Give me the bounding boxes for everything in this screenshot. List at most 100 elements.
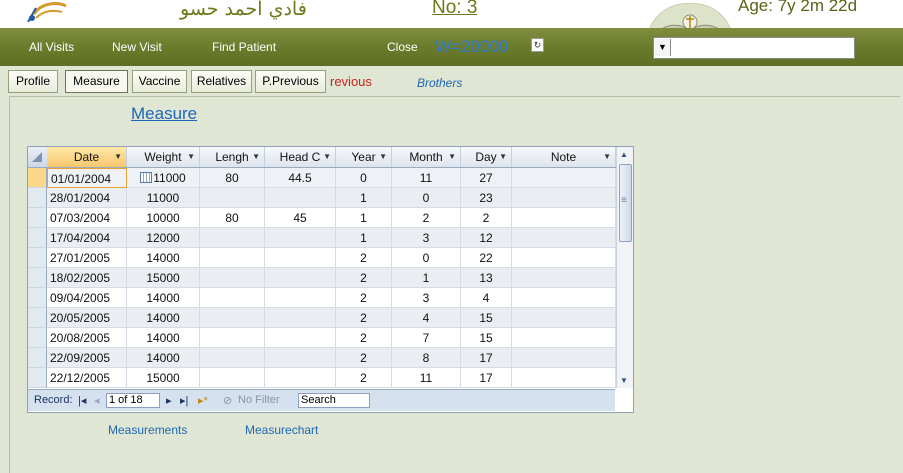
cell-length[interactable]: 80 [200, 208, 265, 228]
cell-year[interactable]: 1 [336, 208, 392, 228]
cell-day[interactable]: 17 [461, 368, 512, 388]
close-link[interactable]: Close [387, 40, 418, 54]
cell-note[interactable] [512, 308, 616, 328]
cell-year[interactable]: 2 [336, 248, 392, 268]
patient-select[interactable]: ▼ [653, 37, 855, 59]
cell-head[interactable] [265, 188, 336, 208]
cell-head[interactable] [265, 348, 336, 368]
cell-weight[interactable]: 15000 [127, 368, 200, 388]
table-row[interactable]: 27/01/2005 14000 2 0 22 [28, 248, 616, 268]
cell-note[interactable] [512, 368, 616, 388]
cell-weight[interactable]: 14000 [127, 348, 200, 368]
cell-weight[interactable]: 14000 [127, 308, 200, 328]
column-header-note[interactable]: Note ▼ [512, 147, 616, 167]
cell-date[interactable]: 07/03/2004 [47, 208, 127, 228]
table-row[interactable]: 09/04/2005 14000 2 3 4 [28, 288, 616, 308]
cell-note[interactable] [512, 288, 616, 308]
table-row[interactable]: 22/12/2005 15000 2 11 17 [28, 368, 616, 388]
cell-month[interactable]: 0 [392, 248, 461, 268]
cell-year[interactable]: 2 [336, 368, 392, 388]
cell-date[interactable]: 27/01/2005 [47, 248, 127, 268]
cell-weight[interactable]: 11000 [127, 168, 200, 188]
scroll-thumb[interactable] [619, 164, 632, 242]
cell-month[interactable]: 7 [392, 328, 461, 348]
cell-length[interactable] [200, 268, 265, 288]
cell-note[interactable] [512, 168, 616, 188]
new-record-icon[interactable]: ▸* [198, 394, 208, 407]
no-filter-button[interactable]: No Filter [238, 394, 280, 406]
dropdown-arrow-icon[interactable]: ▼ [379, 147, 387, 167]
cell-weight[interactable]: 15000 [127, 268, 200, 288]
tab-profile[interactable]: Profile [8, 70, 58, 93]
record-selector[interactable] [28, 188, 47, 208]
cell-length[interactable] [200, 228, 265, 248]
table-row[interactable]: 17/04/2004 12000 1 3 12 [28, 228, 616, 248]
cell-day[interactable]: 4 [461, 288, 512, 308]
record-selector[interactable] [28, 308, 47, 328]
cell-month[interactable]: 8 [392, 348, 461, 368]
cell-month[interactable]: 3 [392, 228, 461, 248]
dropdown-arrow-icon[interactable]: ▼ [499, 147, 507, 167]
cell-month[interactable]: 3 [392, 288, 461, 308]
cell-year[interactable]: 2 [336, 268, 392, 288]
tab-p-previous[interactable]: P.Previous [255, 70, 326, 93]
cell-month[interactable]: 1 [392, 268, 461, 288]
dropdown-arrow-icon[interactable]: ▼ [603, 147, 611, 167]
cell-note[interactable] [512, 348, 616, 368]
cell-month[interactable]: 2 [392, 208, 461, 228]
record-selector[interactable] [28, 208, 47, 228]
scroll-down-icon[interactable]: ▼ [620, 376, 628, 385]
cell-weight[interactable]: 11000 [127, 188, 200, 208]
cell-date[interactable]: 09/04/2005 [47, 288, 127, 308]
cell-length[interactable] [200, 188, 265, 208]
column-header-date[interactable]: Date ▼ [47, 147, 127, 167]
dropdown-arrow-icon[interactable]: ▼ [323, 147, 331, 167]
cell-head[interactable] [265, 268, 336, 288]
cell-date[interactable]: 17/04/2004 [47, 228, 127, 248]
cell-month[interactable]: 4 [392, 308, 461, 328]
brothers-link[interactable]: Brothers [417, 76, 462, 90]
no-filter-icon[interactable]: ⊘ [223, 394, 232, 407]
column-header-weight[interactable]: Weight ▼ [127, 147, 200, 167]
cell-head[interactable]: 44.5 [265, 168, 336, 188]
column-header-month[interactable]: Month ▼ [392, 147, 461, 167]
cell-day[interactable]: 23 [461, 188, 512, 208]
vertical-scrollbar[interactable]: ▲ ▼ [616, 147, 633, 388]
cell-month[interactable]: 11 [392, 168, 461, 188]
previous-record-icon[interactable]: ◂ [94, 394, 100, 407]
current-record-input[interactable]: 1 of 18 [106, 393, 160, 408]
tab-relatives[interactable]: Relatives [191, 70, 252, 93]
cell-head[interactable] [265, 328, 336, 348]
measurements-link[interactable]: Measurements [108, 423, 187, 437]
cell-day[interactable]: 27 [461, 168, 512, 188]
cell-weight[interactable]: 12000 [127, 228, 200, 248]
record-selector[interactable] [28, 168, 47, 188]
cell-date[interactable]: 22/09/2005 [47, 348, 127, 368]
search-input[interactable]: Search [298, 393, 370, 408]
cell-note[interactable] [512, 328, 616, 348]
last-record-icon[interactable]: ▸| [180, 394, 188, 407]
measurechart-link[interactable]: Measurechart [245, 423, 318, 437]
cell-note[interactable] [512, 208, 616, 228]
cell-head[interactable]: 45 [265, 208, 336, 228]
cell-day[interactable]: 17 [461, 348, 512, 368]
refresh-icon[interactable]: ↻ [531, 38, 544, 52]
cell-head[interactable] [265, 248, 336, 268]
dropdown-arrow-icon[interactable]: ▼ [114, 147, 122, 167]
scroll-up-icon[interactable]: ▲ [620, 150, 628, 159]
next-record-icon[interactable]: ▸ [166, 394, 172, 407]
all-visits-link[interactable]: All Visits [29, 40, 74, 54]
cell-length[interactable] [200, 308, 265, 328]
cell-year[interactable]: 2 [336, 328, 392, 348]
table-row[interactable]: 18/02/2005 15000 2 1 13 [28, 268, 616, 288]
cell-head[interactable] [265, 308, 336, 328]
cell-weight[interactable]: 14000 [127, 248, 200, 268]
record-selector[interactable] [28, 328, 47, 348]
record-selector[interactable] [28, 368, 47, 388]
table-row[interactable]: 22/09/2005 14000 2 8 17 [28, 348, 616, 368]
column-header-year[interactable]: Year ▼ [336, 147, 392, 167]
cell-length[interactable] [200, 368, 265, 388]
record-selector[interactable] [28, 348, 47, 368]
cell-weight[interactable]: 10000 [127, 208, 200, 228]
cell-head[interactable] [265, 368, 336, 388]
